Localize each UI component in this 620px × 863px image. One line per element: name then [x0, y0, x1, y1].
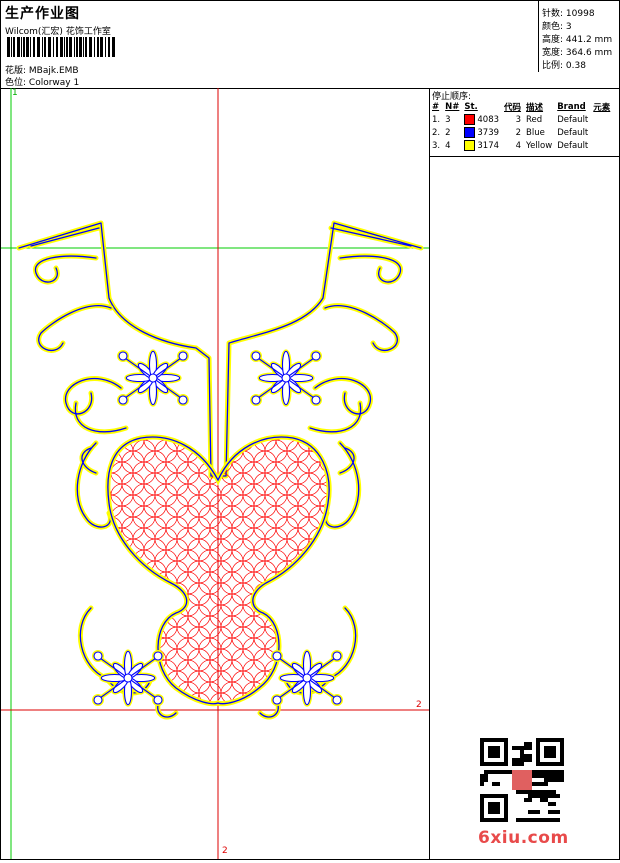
stat-colors: 颜色: 3 [542, 22, 572, 32]
guide-marker-bottom: 2 [222, 846, 228, 856]
table-row: 3. 4 3174 4 Yellow Default [432, 140, 589, 151]
stop-panel-divider [430, 156, 619, 157]
neckline-outline [16, 220, 424, 479]
col-header: Brand [557, 101, 586, 112]
col-header: 描述 [526, 102, 544, 113]
embroidery-preview [1, 88, 429, 859]
stat-height: 高度: 441.2 mm [542, 35, 613, 45]
page-title: 生产作业图 [5, 6, 80, 22]
table-header-row: # N# St. 代码 描述 Brand 元素 [430, 100, 613, 113]
col-header: 元素 [593, 102, 611, 113]
qr-code [480, 738, 564, 822]
stop-sequence-panel: 停止顺序: # N# St. 代码 描述 Brand 元素 1. 3 4083 … [430, 88, 619, 156]
col-header: 代码 [504, 102, 522, 113]
color-swatch [464, 140, 476, 151]
color-swatch [464, 127, 476, 138]
flower [250, 349, 322, 407]
col-header: St. [464, 101, 478, 112]
stat-scale: 比例: 0.38 [542, 61, 586, 71]
stat-width: 宽度: 364.6 mm [542, 48, 613, 58]
flower [117, 349, 189, 407]
guide-marker-right: 2 [416, 700, 422, 710]
guide-marker-1: 1 [12, 88, 18, 98]
site-watermark: 6xiu.com [478, 828, 569, 848]
col-header: N# [445, 101, 460, 112]
design-canvas: 1 2 2 [1, 88, 430, 859]
stats-box: 针数: 10998 颜色: 3 高度: 441.2 mm 宽度: 364.6 m… [538, 0, 620, 72]
col-header: # [432, 101, 440, 112]
barcode [7, 37, 115, 57]
flower [271, 649, 343, 707]
company-line: Wilcom(汇宏) 花饰工作室 [5, 27, 111, 37]
flower [92, 649, 164, 707]
table-row: 1. 3 4083 3 Red Default [432, 114, 589, 125]
table-row: 2. 2 3739 2 Blue Default [432, 127, 589, 138]
colorway-name: 色位: Colorway 1 [5, 78, 80, 88]
stat-stitches: 针数: 10998 [542, 9, 595, 19]
stop-sequence-table: # N# St. 代码 描述 Brand 元素 1. 3 4083 3 Red … [430, 100, 613, 152]
color-swatch [464, 114, 476, 125]
